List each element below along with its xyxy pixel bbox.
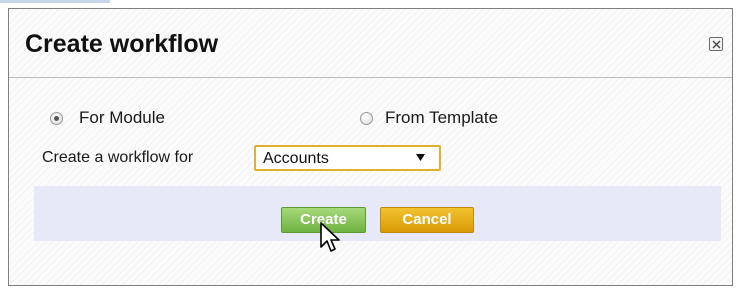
- close-button[interactable]: [709, 37, 723, 51]
- from-template-option[interactable]: From Template: [360, 108, 499, 127]
- from-template-radio[interactable]: [360, 111, 373, 125]
- for-module-radio[interactable]: [50, 111, 63, 125]
- cancel-button[interactable]: Cancel: [380, 207, 474, 233]
- dialog-title: Create workflow: [25, 30, 219, 58]
- action-bar: Create Cancel: [34, 186, 721, 241]
- dropdown-arrow-icon: [416, 154, 425, 161]
- create-workflow-dialog: Create workflow For Module From Template…: [8, 8, 733, 286]
- module-select[interactable]: Accounts: [254, 145, 441, 171]
- background-page-fragment: [0, 0, 110, 3]
- dialog-header: Create workflow: [9, 9, 732, 78]
- from-template-label: From Template: [385, 108, 499, 127]
- workflow-for-label: Create a workflow for: [42, 149, 194, 166]
- mouse-pointer-icon: [320, 222, 340, 252]
- close-icon: [712, 40, 721, 49]
- module-select-value: Accounts: [263, 150, 329, 167]
- for-module-option[interactable]: For Module: [50, 108, 165, 127]
- for-module-label: For Module: [79, 108, 165, 127]
